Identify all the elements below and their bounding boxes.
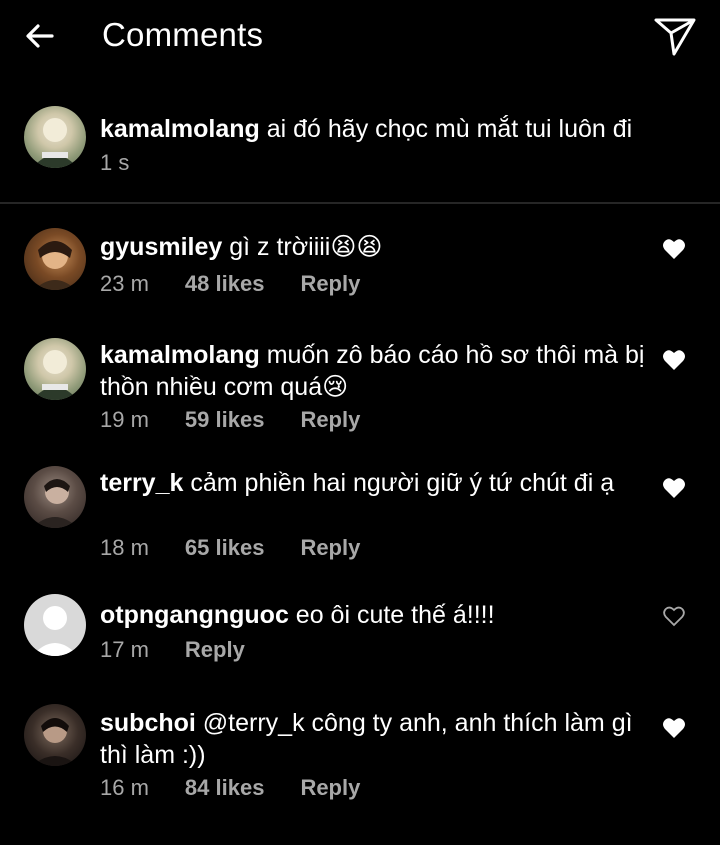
username[interactable]: subchoi <box>100 709 196 737</box>
avatar[interactable] <box>24 338 86 400</box>
comment-text: gyusmiley gì z trờiiii😫😫 <box>100 231 645 263</box>
caption-meta: 1 s <box>100 150 129 176</box>
comment-body: gì z trờiiii😫😫 <box>229 233 383 261</box>
username[interactable]: gyusmiley <box>100 233 222 261</box>
timestamp: 1 s <box>100 150 130 175</box>
reply-button[interactable]: Reply <box>300 775 360 801</box>
comment-text: terry_k cảm phiền hai người giữ ý tứ chú… <box>100 467 645 499</box>
timestamp: 18 m <box>100 535 149 560</box>
likes-count[interactable]: 84 likes <box>185 775 265 801</box>
comment-body: cảm phiền hai người giữ ý tứ chút đi ạ <box>190 469 615 497</box>
username[interactable]: kamalmolang <box>100 341 260 369</box>
reply-button[interactable]: Reply <box>185 637 245 663</box>
page-title: Comments <box>102 16 264 53</box>
username[interactable]: otpngangnguoc <box>100 601 289 629</box>
post-caption: kamalmolang ai đó hãy chọc mù mắt tui lu… <box>0 100 720 200</box>
send-icon[interactable] <box>652 14 698 58</box>
heart-filled-icon[interactable] <box>662 238 686 260</box>
avatar[interactable] <box>24 228 86 290</box>
reply-button[interactable]: Reply <box>300 271 360 297</box>
comment-text: otpngangnguoc eo ôi cute thế á!!!! <box>100 599 645 631</box>
heart-filled-icon[interactable] <box>662 717 686 739</box>
avatar[interactable] <box>24 594 86 656</box>
likes-count[interactable]: 59 likes <box>185 407 265 433</box>
reply-button[interactable]: Reply <box>300 535 360 561</box>
timestamp: 23 m <box>100 271 149 296</box>
avatar[interactable] <box>24 704 86 766</box>
comment-text: kamalmolang muốn zô báo cáo hồ sơ thôi m… <box>100 339 645 403</box>
timestamp: 16 m <box>100 775 149 800</box>
comment-body: eo ôi cute thế á!!!! <box>295 601 495 629</box>
username[interactable]: terry_k <box>100 469 183 497</box>
comment-meta: 18 m 65 likes Reply <box>100 535 360 561</box>
heart-filled-icon[interactable] <box>662 477 686 499</box>
comment-meta: 17 m Reply <box>100 637 245 663</box>
comment-meta: 19 m 59 likes Reply <box>100 407 360 433</box>
avatar[interactable] <box>24 106 86 168</box>
username[interactable]: kamalmolang <box>100 115 260 143</box>
caption-text: kamalmolang ai đó hãy chọc mù mắt tui lu… <box>100 113 645 145</box>
heart-filled-icon[interactable] <box>662 349 686 371</box>
likes-count[interactable]: 65 likes <box>185 535 265 561</box>
top-bar: Comments <box>0 0 720 78</box>
timestamp: 19 m <box>100 407 149 432</box>
timestamp: 17 m <box>100 637 149 662</box>
likes-count[interactable]: 48 likes <box>185 271 265 297</box>
back-arrow-icon[interactable] <box>22 18 58 54</box>
reply-button[interactable]: Reply <box>300 407 360 433</box>
divider <box>0 202 720 204</box>
comment-text: subchoi @terry_k công ty anh, anh thích … <box>100 707 645 771</box>
comment-meta: 23 m 48 likes Reply <box>100 271 360 297</box>
heart-outline-icon[interactable] <box>662 605 686 627</box>
comment-meta: 16 m 84 likes Reply <box>100 775 360 801</box>
avatar[interactable] <box>24 466 86 528</box>
caption-body: ai đó hãy chọc mù mắt tui luôn đi <box>266 115 633 143</box>
